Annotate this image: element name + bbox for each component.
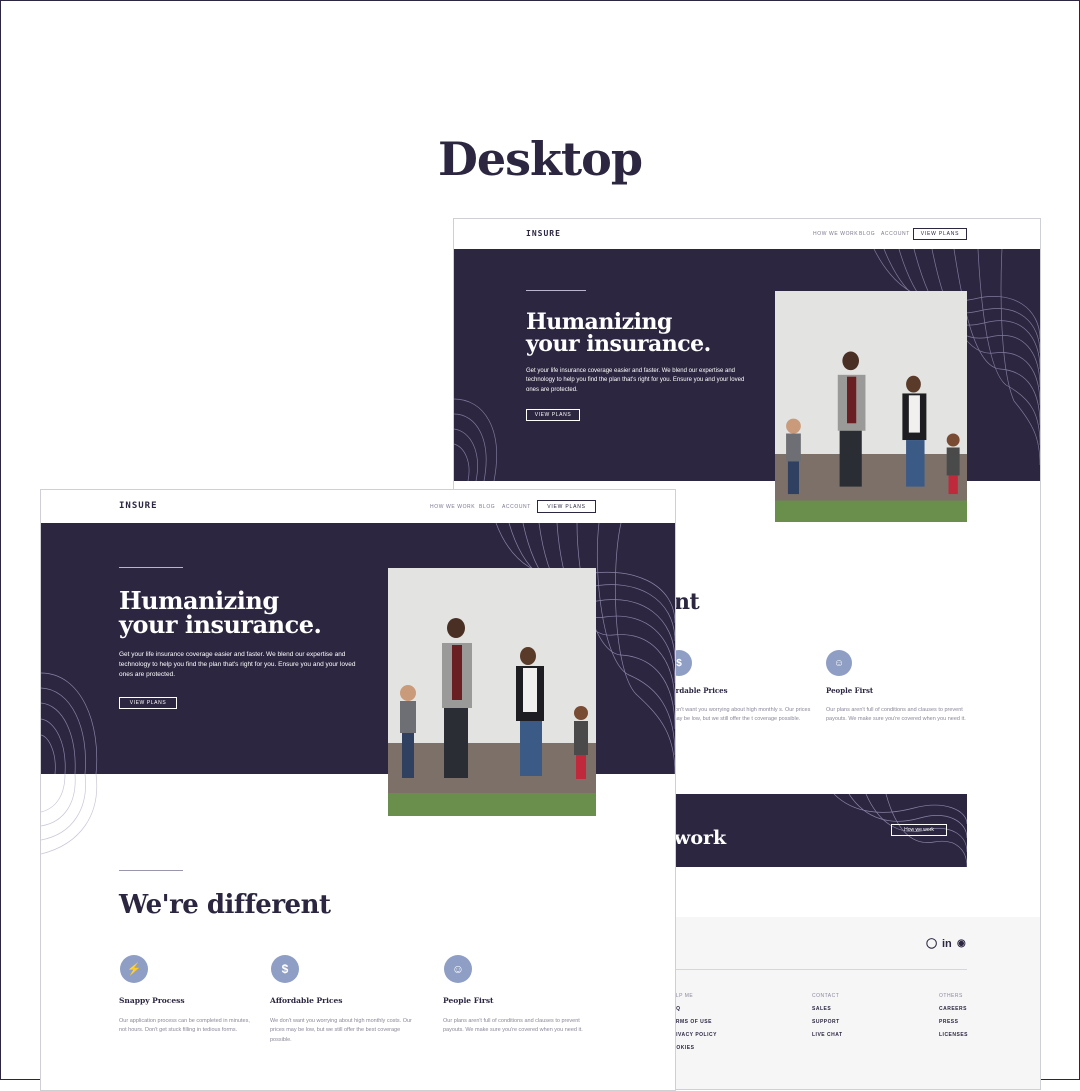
different-divider [119, 870, 183, 871]
footer-link-live-chat[interactable]: LIVE CHAT [812, 1032, 843, 1038]
feature-text-people-first: Our plans aren't full of conditions and … [826, 707, 966, 723]
nav-how-we-work[interactable]: HOW WE WORK [430, 504, 475, 510]
nav-blog[interactable]: BLOG [859, 231, 875, 237]
feature-text-people-first: Our plans aren't full of conditions and … [443, 1018, 583, 1034]
different-title-partial: nt [674, 589, 700, 615]
lightning-icon: ⚡ [120, 955, 148, 983]
hero-title: Humanizing your insurance. [119, 588, 322, 640]
hero-title: Humanizing your insurance. [526, 311, 711, 356]
person-icon: ☺ [444, 955, 472, 983]
nav-account[interactable]: ACCOUNT [502, 504, 531, 510]
footer-link-sales[interactable]: SALES [812, 1006, 831, 1012]
hero-title-line1: Humanizing [526, 309, 672, 335]
hero-view-plans-button[interactable]: VIEW PLANS [526, 409, 580, 421]
person-icon: ☺ [826, 650, 852, 676]
feature-title-people-first: People First [443, 996, 494, 1005]
logo[interactable]: INSURE [119, 501, 158, 511]
cta-title-partial: work [674, 827, 727, 849]
instagram-icon[interactable]: ◯ [926, 938, 937, 949]
nav-view-plans-button[interactable]: VIEW PLANS [913, 228, 967, 240]
footer-col2-title: CONTACT [812, 993, 840, 999]
family-photo-image [775, 291, 967, 522]
nav-account[interactable]: ACCOUNT [881, 231, 910, 237]
hero-view-plans-button[interactable]: VIEW PLANS [119, 697, 177, 709]
nav-view-plans-button[interactable]: VIEW PLANS [537, 500, 596, 513]
nav-blog[interactable]: BLOG [479, 504, 495, 510]
hero-description: Get your life insurance coverage easier … [119, 651, 356, 679]
footer-link-licenses[interactable]: LICENSES [939, 1032, 968, 1038]
footer-link-press[interactable]: PRESS [939, 1019, 958, 1025]
hero-title-line2: your insurance. [526, 331, 711, 358]
logo[interactable]: INSURE [526, 229, 561, 238]
feature-title-snappy: Snappy Process [119, 996, 185, 1005]
feature-title-people-first: People First [826, 686, 874, 695]
hero-description: Get your life insurance coverage easier … [526, 368, 745, 393]
family-photo-image [388, 568, 596, 816]
page-heading: Desktop [437, 132, 643, 186]
hero-divider [526, 290, 586, 291]
github-icon[interactable]: ◉ [957, 938, 966, 949]
dollar-icon: $ [271, 955, 299, 983]
navbar: INSURE HOW WE WORK BLOG ACCOUNT VIEW PLA… [41, 490, 675, 524]
linkedin-icon[interactable]: in [942, 938, 952, 950]
nav-how-we-work[interactable]: HOW WE WORK [813, 231, 858, 237]
cta-how-we-work-button[interactable]: How we work [891, 824, 947, 836]
hero-divider [119, 567, 183, 568]
footer-col3-title: OTHERS [939, 993, 963, 999]
feature-text-affordable: We don't want you worrying about high mo… [270, 1018, 412, 1043]
navbar: INSURE HOW WE WORK BLOG ACCOUNT VIEW PLA… [454, 219, 1040, 250]
feature-text-snappy: Our application process can be completed… [119, 1018, 250, 1034]
footer-divider [654, 969, 967, 970]
feature-title-affordable: Affordable Prices [270, 996, 343, 1005]
footer-link-support[interactable]: SUPPORT [812, 1019, 840, 1025]
feature-title-affordable-partial: fordable Prices [668, 686, 728, 695]
footer-link-terms[interactable]: ERMS OF USE [672, 1019, 712, 1025]
footer-link-privacy[interactable]: RIVACY POLICY [672, 1032, 717, 1038]
different-title: We're different [119, 890, 331, 920]
hero-title-line2: your insurance. [119, 610, 322, 640]
feature-text-affordable-partial: don't want you worrying about high month… [672, 707, 811, 723]
footer-link-careers[interactable]: CAREERS [939, 1006, 967, 1012]
hero-family-photo [388, 568, 596, 816]
hero-family-photo [775, 291, 967, 522]
desktop-mockup-front: INSURE HOW WE WORK BLOG ACCOUNT VIEW PLA… [40, 489, 676, 1091]
how-we-work-cta: work How we work [654, 794, 967, 867]
